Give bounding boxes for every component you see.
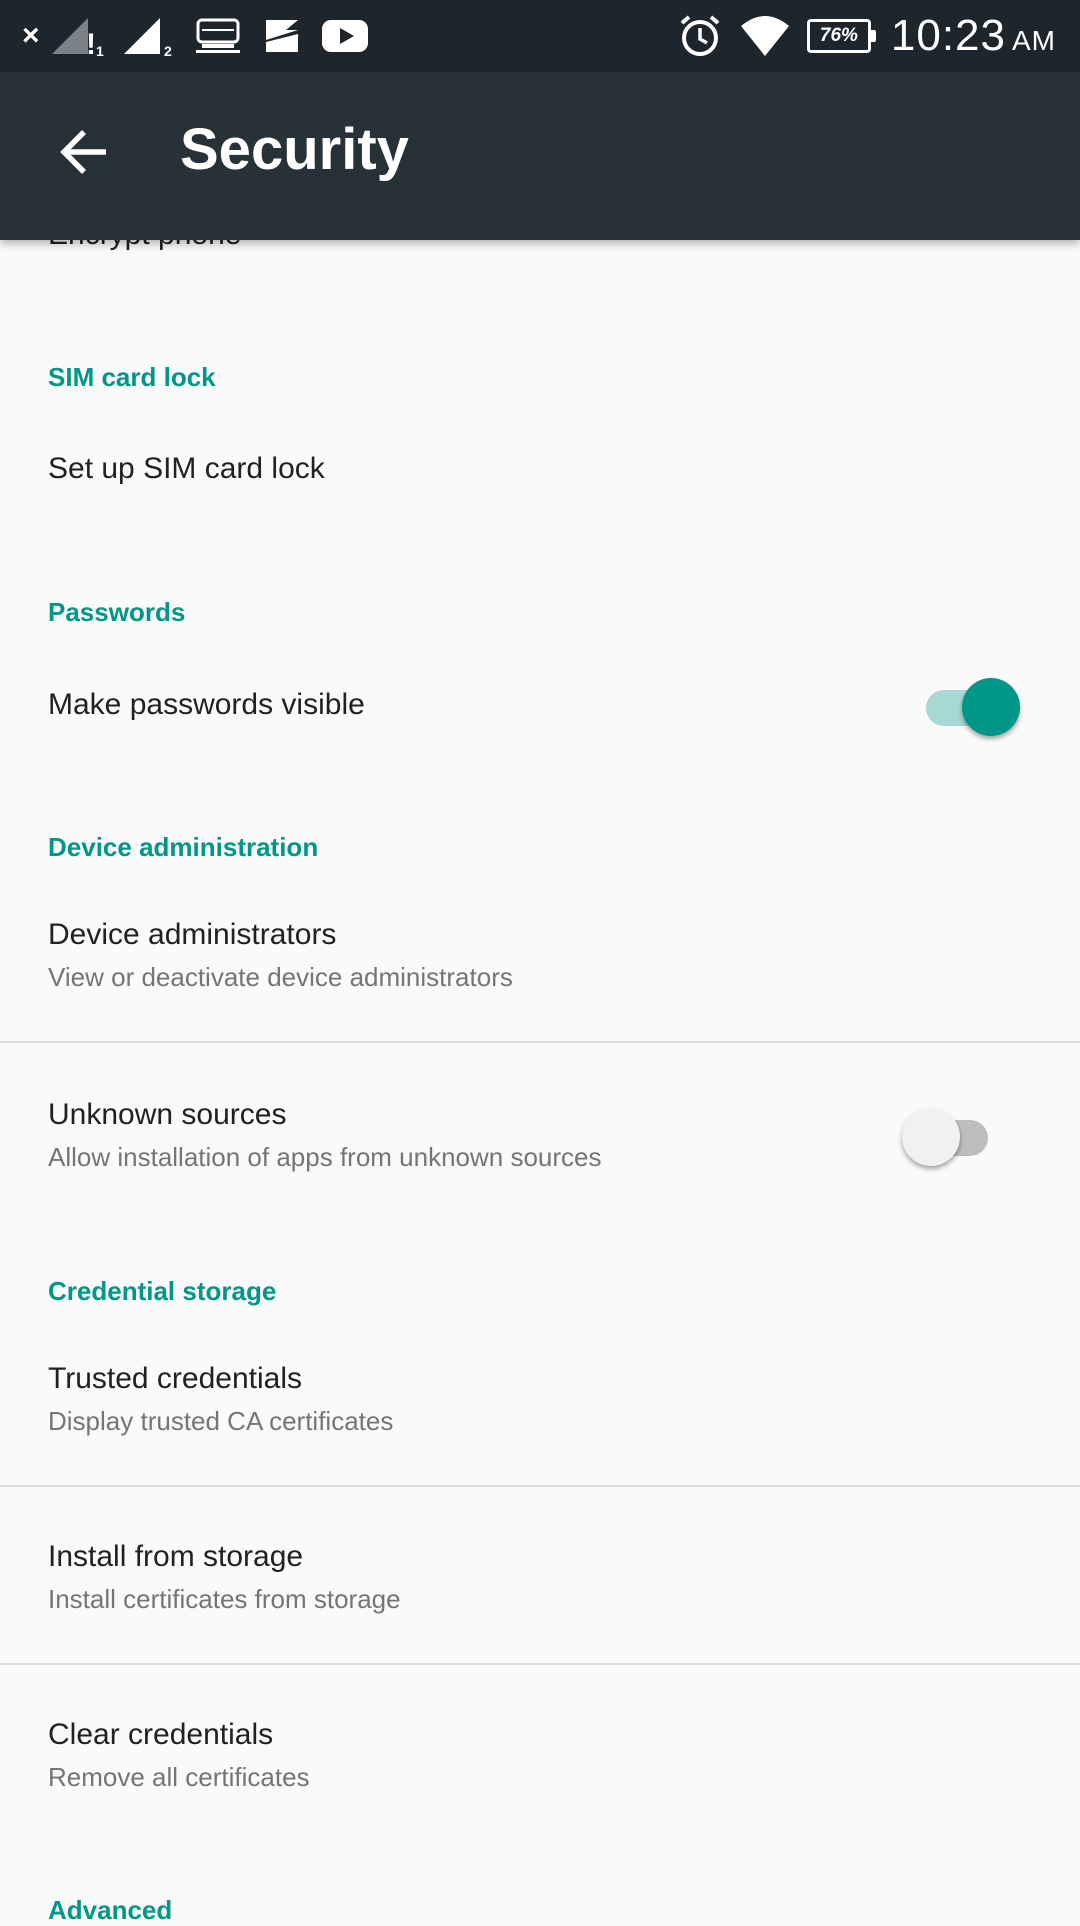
section-header-device-administration: Device administration bbox=[48, 832, 319, 862]
page-title: Security bbox=[180, 117, 409, 182]
divider bbox=[0, 1663, 1080, 1665]
make-passwords-visible-item[interactable]: Make passwords visible bbox=[0, 650, 1080, 760]
item-title: Install from storage bbox=[48, 1540, 304, 1573]
section-header-passwords: Passwords bbox=[48, 597, 186, 627]
toggle-thumb bbox=[962, 678, 1020, 736]
toggle-thumb bbox=[902, 1108, 960, 1166]
item-title: Set up SIM card lock bbox=[48, 452, 325, 485]
clear-credentials-item[interactable]: Clear credentials Remove all certificate… bbox=[0, 1690, 1080, 1840]
divider bbox=[0, 1485, 1080, 1487]
settings-list: Encrypt phone SIM card lock Set up SIM c… bbox=[0, 0, 1080, 1925]
item-title: Make passwords visible bbox=[48, 688, 365, 721]
item-subtitle: Display trusted CA certificates bbox=[48, 1406, 394, 1436]
item-subtitle: Allow installation of apps from unknown … bbox=[48, 1142, 602, 1172]
item-subtitle: Install certificates from storage bbox=[48, 1584, 401, 1614]
unknown-sources-toggle[interactable] bbox=[902, 1102, 1004, 1166]
item-title: Trusted credentials bbox=[48, 1362, 303, 1395]
item-subtitle: Remove all certificates bbox=[48, 1762, 310, 1792]
device-administrators-item[interactable]: Device administrators View or deactivate… bbox=[0, 890, 1080, 1040]
install-from-storage-item[interactable]: Install from storage Install certificate… bbox=[0, 1512, 1080, 1662]
back-button[interactable] bbox=[44, 112, 124, 192]
item-title: Unknown sources bbox=[48, 1098, 287, 1131]
unknown-sources-item[interactable]: Unknown sources Allow installation of ap… bbox=[0, 1070, 1080, 1220]
item-title: Device administrators bbox=[48, 918, 337, 951]
divider bbox=[0, 1041, 1080, 1043]
arrow-back-icon bbox=[60, 130, 106, 174]
section-header-sim-card-lock: SIM card lock bbox=[48, 362, 216, 392]
item-subtitle: View or deactivate device administrators bbox=[48, 962, 513, 992]
make-passwords-visible-toggle[interactable] bbox=[916, 672, 1020, 736]
trusted-credentials-item[interactable]: Trusted credentials Display trusted CA c… bbox=[0, 1334, 1080, 1484]
section-header-advanced: Advanced bbox=[48, 1895, 173, 1925]
setup-sim-card-lock-item[interactable]: Set up SIM card lock bbox=[0, 420, 1080, 520]
app-bar: Security bbox=[0, 72, 1080, 240]
item-title: Clear credentials bbox=[48, 1718, 274, 1751]
section-header-credential-storage: Credential storage bbox=[48, 1276, 277, 1306]
